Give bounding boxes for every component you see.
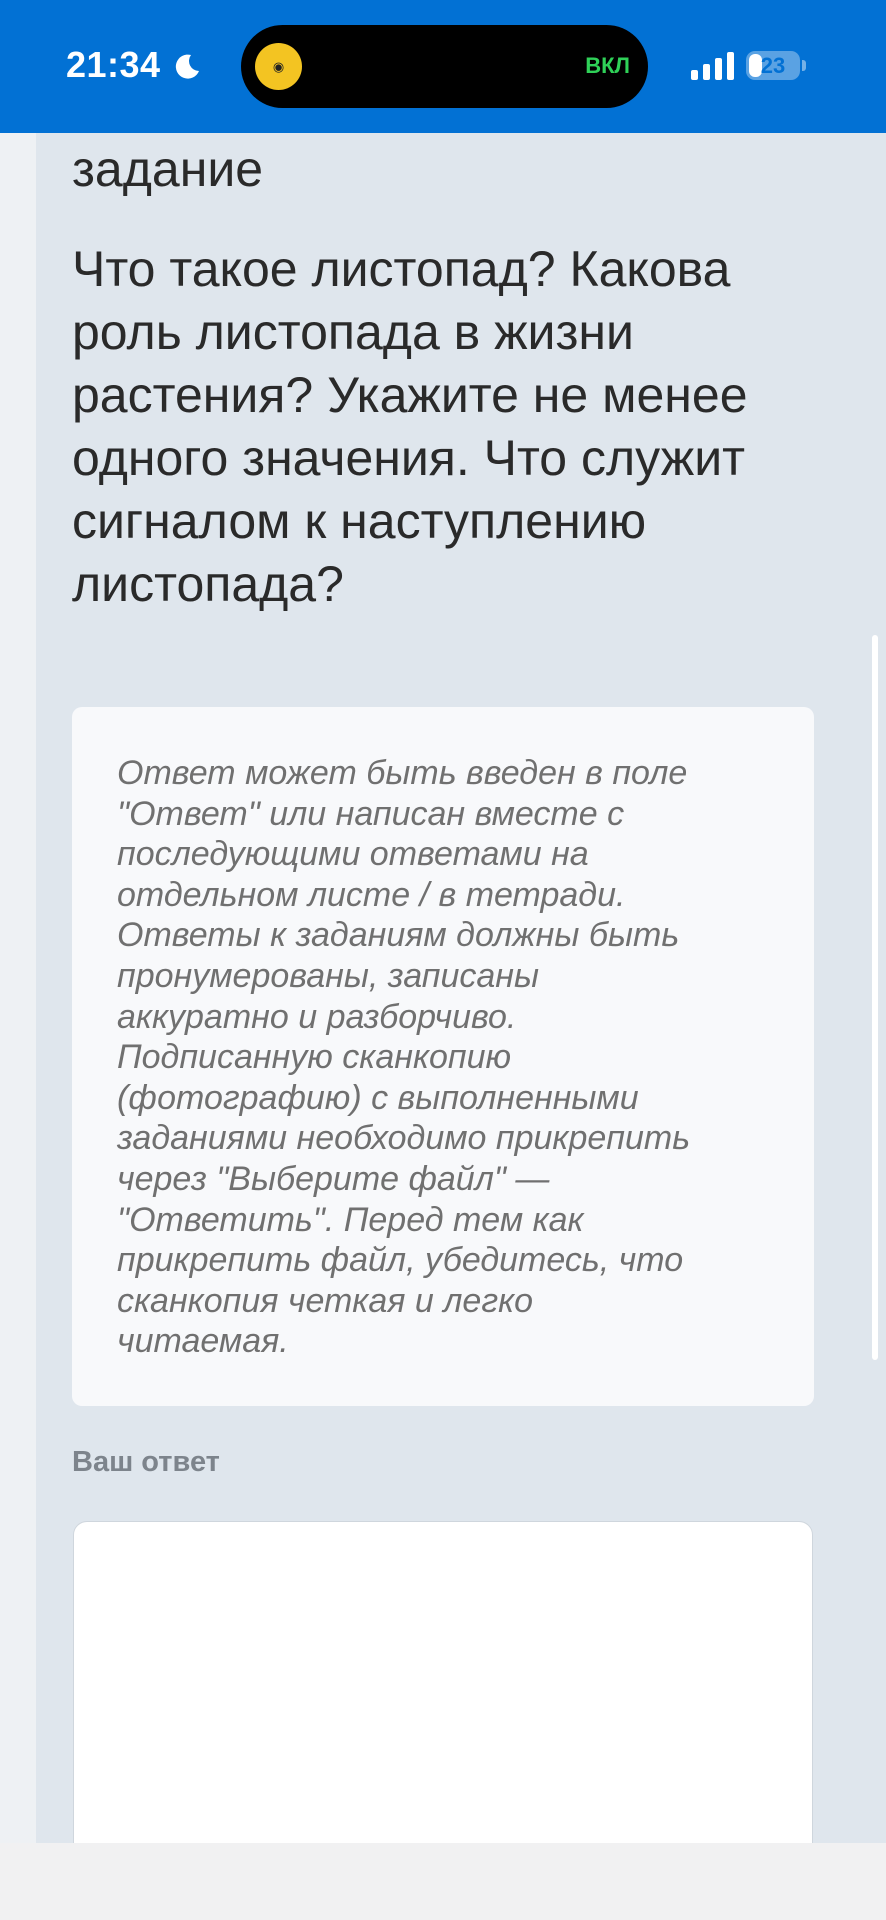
battery-icon: 23 [746,51,800,80]
battery-level: 23 [760,53,786,78]
moon-icon [175,54,199,79]
battery-tip [802,60,806,71]
scrollbar[interactable] [872,635,878,1360]
instructions-text: Ответ может быть введен в поле "Ответ" и… [117,754,691,1361]
app-logo-icon: ◉ [255,43,302,90]
answer-label: Ваш ответ [72,1446,220,1478]
page-left-margin [0,133,36,1843]
question-text: Что такое листопад? Какова роль листопад… [72,241,748,612]
cellular-signal-icon [691,52,734,80]
island-status-text: ВКЛ [585,53,630,78]
dynamic-island[interactable]: ◉ ВКЛ [241,25,648,108]
task-heading: задание [72,141,264,197]
answer-input[interactable] [73,1521,813,1883]
status-bar: 21:34 ◉ ВКЛ 23 [0,0,886,133]
instructions-card: Ответ может быть введен в поле "Ответ" и… [72,707,814,1406]
status-time: 21:34 [66,44,161,85]
bottom-toolbar [0,1843,886,1920]
